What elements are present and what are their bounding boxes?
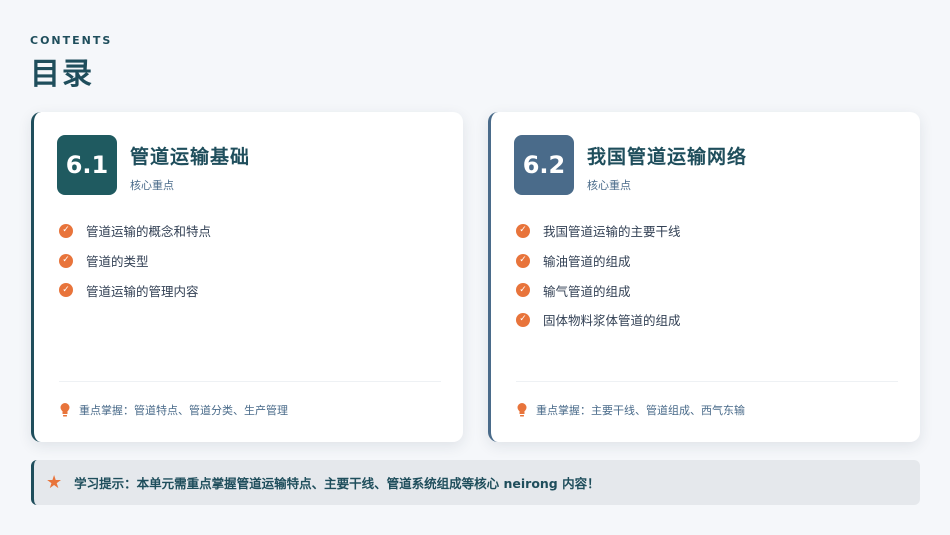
list-item-text: 我国管道运输的主要干线 [543,224,681,240]
section-subtitle: 核心重点 [587,179,631,192]
list-item-text: 管道的类型 [86,254,149,270]
study-tip-banner: ★ 学习提示：本单元需重点掌握管道运输特点、主要干线、管道系统组成等核心 nei… [31,460,920,505]
section-card-6-2[interactable]: 6.2 我国管道运输网络 核心重点 ✓ 我国管道运输的主要干线 ✓ 输油管道的组… [488,112,920,442]
star-icon: ★ [46,471,63,493]
section-subtitle: 核心重点 [130,179,174,192]
check-circle-icon: ✓ [516,312,530,327]
divider [516,381,898,382]
section-title: 管道运输基础 [130,146,251,168]
list-item: ✓ 固体物料浆体管道的组成 [516,305,681,335]
page-header: CONTENTS 目录 [30,34,112,93]
section-card-6-1[interactable]: 6.1 管道运输基础 核心重点 ✓ 管道运输的概念和特点 ✓ 管道的类型 ✓ 管… [31,112,463,442]
check-circle-icon: ✓ [59,223,73,238]
section-number-badge: 6.1 [57,135,117,195]
list-item-text: 管道运输的管理内容 [86,283,199,299]
list-item: ✓ 我国管道运输的主要干线 [516,216,681,246]
list-item: ✓ 输油管道的组成 [516,246,681,276]
check-circle-icon: ✓ [516,283,530,298]
section-number-badge: 6.2 [514,135,574,195]
list-item-text: 输油管道的组成 [543,254,631,270]
topic-list: ✓ 管道运输的概念和特点 ✓ 管道的类型 ✓ 管道运输的管理内容 [59,216,211,305]
key-points-text: 重点掌握：主要干线、管道组成、西气东输 [536,404,745,417]
check-circle-icon: ✓ [516,223,530,238]
list-item: ✓ 输气管道的组成 [516,275,681,305]
list-item-text: 管道运输的概念和特点 [86,224,212,240]
list-item-text: 输气管道的组成 [543,283,631,299]
divider [59,381,441,382]
list-item: ✓ 管道的类型 [59,246,211,276]
lightbulb-icon [59,402,71,418]
list-item: ✓ 管道运输的管理内容 [59,275,211,305]
study-tip-text: 学习提示：本单元需重点掌握管道运输特点、主要干线、管道系统组成等核心 neiro… [74,476,600,491]
check-circle-icon: ✓ [59,253,73,268]
page-title: 目录 [30,57,94,92]
section-title: 我国管道运输网络 [587,146,748,168]
key-points-text: 重点掌握：管道特点、管道分类、生产管理 [79,404,288,417]
lightbulb-icon [516,402,528,418]
key-points-note: 重点掌握：管道特点、管道分类、生产管理 [59,402,288,418]
key-points-note: 重点掌握：主要干线、管道组成、西气东输 [516,402,745,418]
check-circle-icon: ✓ [516,253,530,268]
contents-label: CONTENTS [30,34,113,47]
list-item: ✓ 管道运输的概念和特点 [59,216,211,246]
check-circle-icon: ✓ [59,283,73,298]
list-item-text: 固体物料浆体管道的组成 [543,313,681,329]
topic-list: ✓ 我国管道运输的主要干线 ✓ 输油管道的组成 ✓ 输气管道的组成 ✓ 固体物料… [516,216,681,335]
